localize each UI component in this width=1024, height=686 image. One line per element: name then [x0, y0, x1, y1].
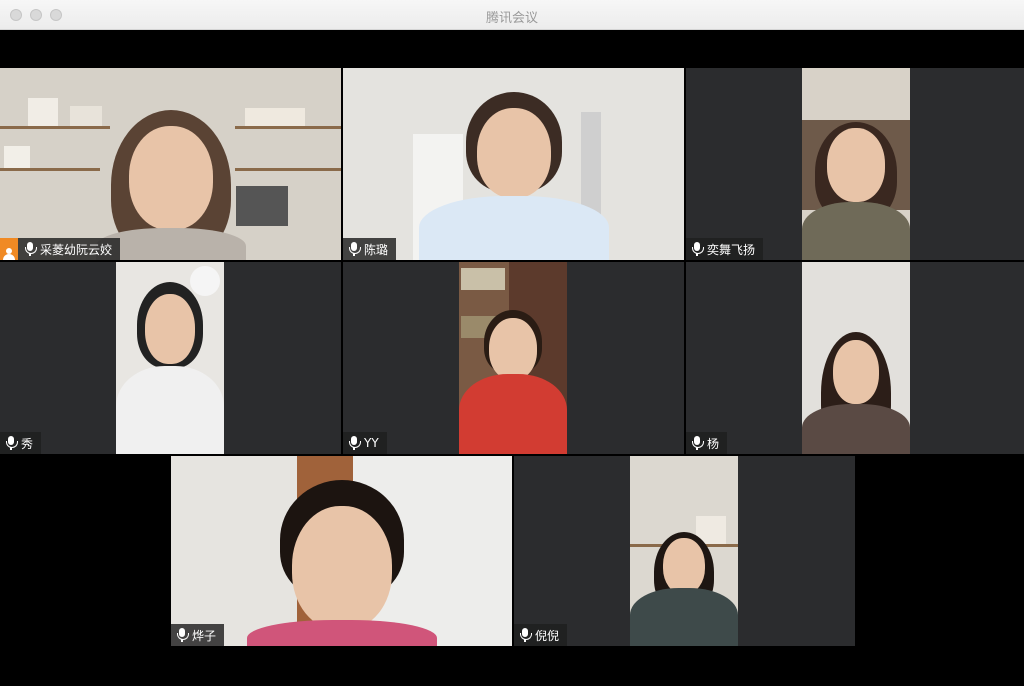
participant-video [630, 456, 738, 646]
microphone-icon[interactable] [692, 436, 704, 450]
participant-video [0, 68, 341, 260]
participant-tile[interactable]: 烨子 [171, 456, 512, 646]
window-titlebar: 腾讯会议 [0, 0, 1024, 30]
participant-video [116, 262, 224, 454]
participant-tile[interactable]: 倪倪 [514, 456, 855, 646]
participant-tile[interactable]: 陈璐 [343, 68, 684, 260]
participant-tile[interactable]: 秀 [0, 262, 341, 454]
participant-video [459, 262, 567, 454]
participant-name-bar: 奕舞飞扬 [686, 238, 764, 260]
video-gallery: 采菱幼阮云姣 陈璐 奕舞飞扬 秀 YY 杨 烨子 倪倪 [0, 30, 1024, 686]
microphone-icon[interactable] [177, 628, 189, 642]
participant-name: 奕舞飞扬 [707, 242, 756, 257]
participant-name-bar: YY [343, 432, 387, 454]
participant-video [802, 68, 910, 260]
participant-tile[interactable]: 采菱幼阮云姣 [0, 68, 341, 260]
participant-tile[interactable]: 杨 [686, 262, 1024, 454]
participant-name: 采菱幼阮云姣 [40, 242, 113, 257]
participant-name: 秀 [21, 436, 34, 451]
participant-name-bar: 采菱幼阮云姣 [0, 238, 121, 260]
participant-name: 倪倪 [535, 628, 560, 643]
microphone-icon[interactable] [692, 242, 704, 256]
participant-name-bar: 烨子 [171, 624, 225, 646]
microphone-icon[interactable] [25, 242, 37, 256]
participant-tile[interactable]: YY [343, 262, 684, 454]
participant-video [802, 262, 910, 454]
microphone-icon[interactable] [349, 242, 361, 256]
microphone-icon[interactable] [349, 436, 361, 450]
participant-name: 杨 [707, 436, 720, 451]
participant-video [343, 68, 684, 260]
participant-name-bar: 秀 [0, 432, 42, 454]
host-badge-icon [0, 238, 18, 260]
participant-tile[interactable]: 奕舞飞扬 [686, 68, 1024, 260]
participant-name-bar: 杨 [686, 432, 728, 454]
microphone-icon[interactable] [520, 628, 532, 642]
participant-name-bar: 陈璐 [343, 238, 397, 260]
participant-name-bar: 倪倪 [514, 624, 568, 646]
participant-name: YY [364, 436, 379, 450]
microphone-icon[interactable] [6, 436, 18, 450]
window-title: 腾讯会议 [485, 11, 538, 26]
participant-name: 陈璐 [364, 242, 389, 257]
participant-name: 烨子 [192, 628, 217, 643]
participant-video [171, 456, 512, 646]
